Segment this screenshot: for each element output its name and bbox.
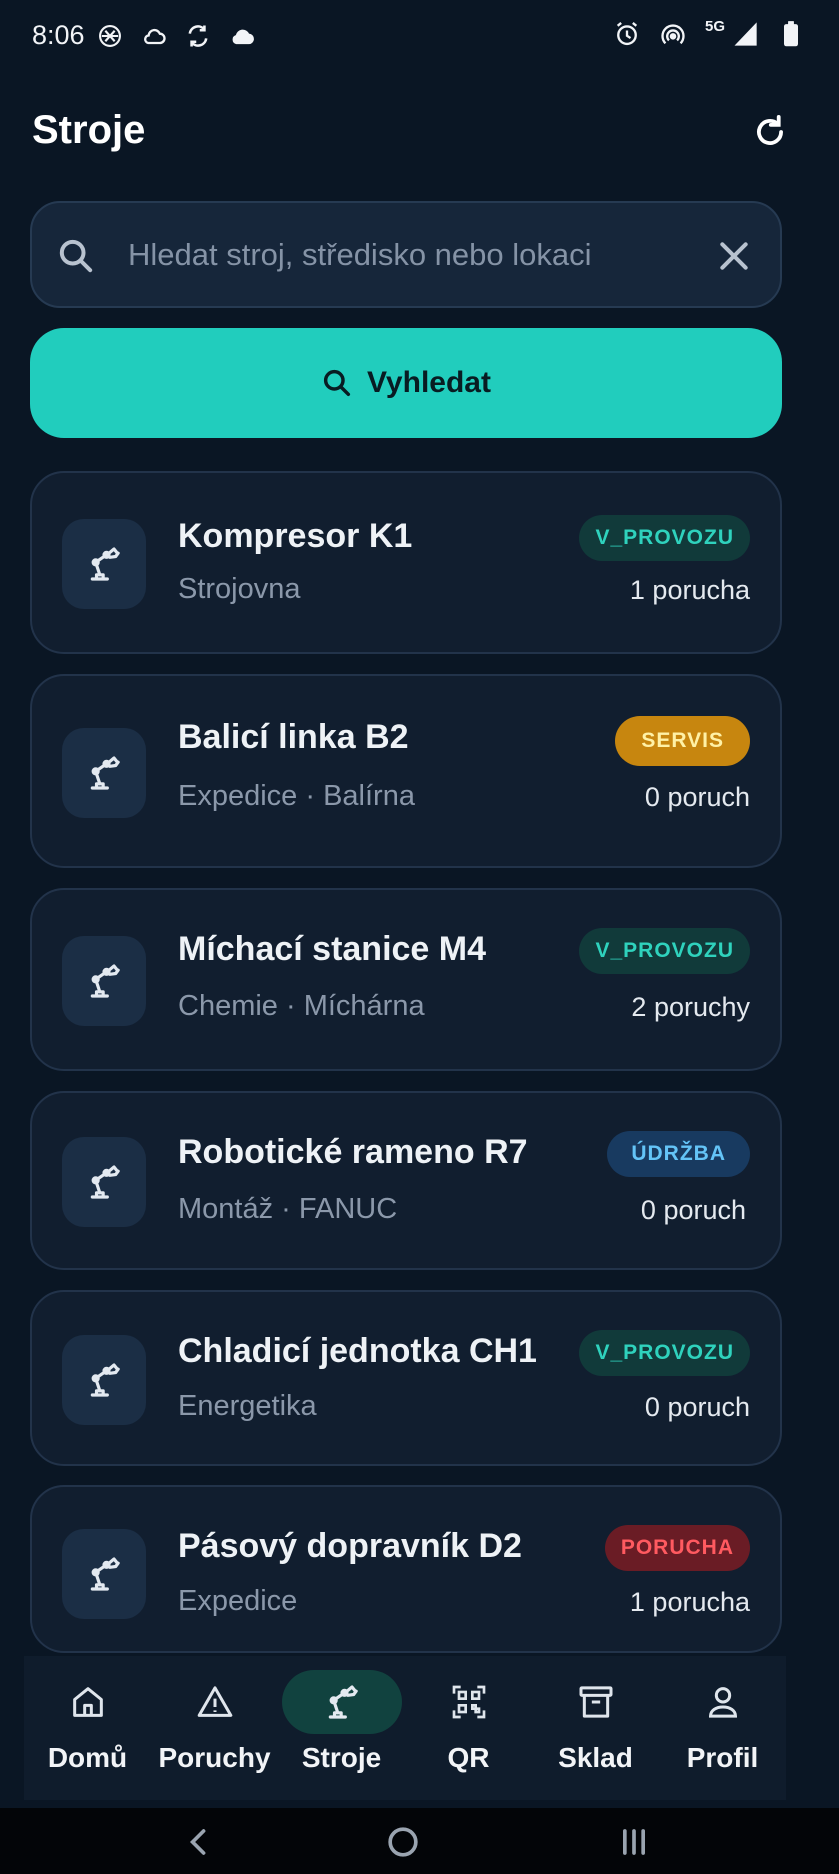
nav-item-warehouse[interactable]: Sklad xyxy=(532,1656,659,1800)
machine-icon-box xyxy=(62,1529,146,1619)
archive-icon xyxy=(579,1686,612,1718)
network-type: 5G xyxy=(704,17,725,35)
machine-icon-box xyxy=(62,936,146,1026)
nav-item-faults[interactable]: Poruchy xyxy=(151,1656,278,1800)
page-title: Stroje xyxy=(32,108,146,152)
alarm-icon xyxy=(613,20,641,48)
cloud-icon xyxy=(228,22,256,50)
machine-name: Balicí linka B2 xyxy=(178,718,409,756)
battery-icon xyxy=(777,20,805,48)
machine-location: Montáž · FANUC xyxy=(178,1193,398,1225)
system-recents-button[interactable] xyxy=(612,1820,656,1864)
robot-arm-icon xyxy=(90,1557,120,1591)
status-badge: V_PROVOZU xyxy=(579,928,750,974)
recents-icon xyxy=(623,1829,645,1855)
system-nav xyxy=(0,1808,839,1874)
machine-card[interactable]: Míchací stanice M4 Chemie · Míchárna V_P… xyxy=(30,888,782,1071)
fault-count: 2 poruchy xyxy=(631,992,750,1022)
system-back-button[interactable] xyxy=(177,1820,221,1864)
machine-name: Míchací stanice M4 xyxy=(178,930,487,968)
nav-item-qr[interactable]: QR xyxy=(405,1656,532,1800)
machine-name: Chladicí jednotka CH1 xyxy=(178,1332,537,1370)
warning-icon xyxy=(197,1686,232,1717)
machine-location: Strojovna xyxy=(178,573,301,605)
nav-item-profile[interactable]: Profil xyxy=(659,1656,786,1800)
search-icon xyxy=(59,239,93,273)
cloud-outline-icon xyxy=(140,22,168,50)
nav-icon-wrap xyxy=(28,1670,148,1734)
search-box xyxy=(30,201,782,308)
header: Stroje xyxy=(32,102,792,158)
hotspot-icon xyxy=(659,20,687,48)
status-badge: V_PROVOZU xyxy=(579,1330,750,1376)
refresh-button[interactable] xyxy=(748,110,792,154)
status-bar: 8:06 5G xyxy=(0,0,839,72)
machine-card[interactable]: Kompresor K1 Strojovna V_PROVOZU 1 poruc… xyxy=(30,471,782,654)
robot-arm-icon xyxy=(90,1363,120,1397)
status-left-icons xyxy=(96,22,256,50)
machine-icon-box xyxy=(62,1335,146,1425)
status-time: 8:06 xyxy=(32,20,85,50)
fault-count: 1 porucha xyxy=(629,1587,750,1617)
machine-location: Expedice · Balírna xyxy=(178,780,415,812)
search-button-label: Vyhledat xyxy=(367,366,491,399)
machine-location: Energetika xyxy=(178,1390,317,1422)
fault-count: 0 poruch xyxy=(644,782,750,812)
nav-label: Domů xyxy=(47,1742,128,1773)
machine-location: Chemie · Míchárna xyxy=(178,990,425,1022)
signal-icon xyxy=(731,20,759,48)
machine-name: Kompresor K1 xyxy=(178,517,413,555)
fault-count: 0 poruch xyxy=(644,1392,750,1422)
circle-icon xyxy=(388,1827,418,1857)
machine-icon-box xyxy=(62,519,146,609)
nav-icon-wrap xyxy=(409,1670,529,1734)
close-icon[interactable] xyxy=(714,236,754,276)
machine-name: Pásový dopravník D2 xyxy=(178,1527,522,1565)
home-icon xyxy=(72,1687,103,1717)
qr-icon xyxy=(452,1685,485,1719)
machine-card[interactable]: Robotické rameno R7 Montáž · FANUC ÚDRŽB… xyxy=(30,1091,782,1270)
nav-item-home[interactable]: Domů xyxy=(24,1656,151,1800)
screen: 8:06 5G Stroje Hledat stroj, středisko n… xyxy=(0,0,839,1874)
fault-count: 1 porucha xyxy=(629,575,750,605)
fault-count: 0 poruch xyxy=(640,1195,746,1225)
robot-arm-icon xyxy=(90,756,120,790)
chatgpt-icon xyxy=(96,22,124,50)
status-badge: ÚDRŽBA xyxy=(607,1131,750,1177)
robot-arm-icon xyxy=(90,547,120,581)
machine-card[interactable]: Chladicí jednotka CH1 Energetika V_PROVO… xyxy=(30,1290,782,1466)
status-badge: SERVIS xyxy=(615,716,750,766)
search-icon xyxy=(323,369,351,397)
robot-arm-icon xyxy=(90,1165,120,1199)
bottom-nav: Domů Poruchy Stroje QR Sklad Profil xyxy=(24,1656,786,1800)
nav-icon-wrap xyxy=(536,1670,656,1734)
nav-label: Poruchy xyxy=(158,1742,271,1773)
machine-icon-box xyxy=(62,728,146,818)
nav-label: Profil xyxy=(686,1742,759,1773)
nav-item-machines[interactable]: Stroje xyxy=(278,1656,405,1800)
search-button[interactable]: Vyhledat xyxy=(30,328,782,438)
sync-icon xyxy=(184,22,212,50)
nav-icon-wrap xyxy=(281,1670,402,1734)
refresh-icon xyxy=(757,115,783,145)
status-badge: V_PROVOZU xyxy=(579,515,750,561)
nav-icon-wrap xyxy=(155,1670,275,1734)
nav-label: QR xyxy=(447,1742,490,1773)
nav-icon-wrap xyxy=(663,1670,783,1734)
machine-card[interactable]: Balicí linka B2 Expedice · Balírna SERVI… xyxy=(30,674,782,868)
nav-label: Stroje xyxy=(301,1742,382,1773)
robot-arm-icon xyxy=(328,1685,358,1719)
machine-name: Robotické rameno R7 xyxy=(178,1133,528,1171)
system-home-button[interactable] xyxy=(381,1820,425,1864)
nav-label: Sklad xyxy=(558,1742,633,1773)
machine-icon-box xyxy=(62,1137,146,1227)
machine-location: Expedice xyxy=(178,1585,298,1617)
status-badge: PORUCHA xyxy=(604,1525,750,1571)
robot-arm-icon xyxy=(90,964,120,998)
search-input[interactable] xyxy=(128,227,688,283)
chevron-left-icon xyxy=(189,1829,206,1855)
status-right-icons: 5G xyxy=(613,17,805,48)
machine-card[interactable]: Pásový dopravník D2 Expedice PORUCHA 1 p… xyxy=(30,1485,782,1653)
person-icon xyxy=(708,1687,737,1718)
